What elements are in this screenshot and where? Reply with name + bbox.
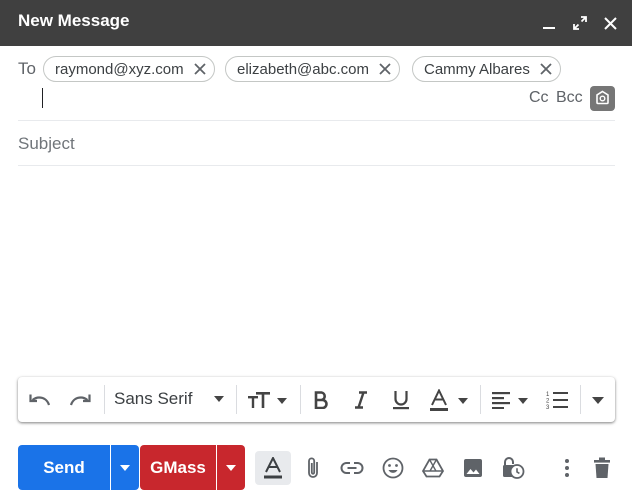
recipient-chip-label: elizabeth@abc.com xyxy=(237,60,369,78)
formatting-options-toggle[interactable] xyxy=(255,451,291,485)
italic-button[interactable] xyxy=(348,387,374,413)
underline-button[interactable] xyxy=(388,387,414,413)
more-options-button[interactable] xyxy=(553,454,581,482)
bold-button[interactable] xyxy=(308,387,334,413)
text-color-icon xyxy=(430,389,468,411)
chevron-down-icon xyxy=(226,464,236,471)
insert-drive-button[interactable] xyxy=(419,454,447,482)
more-formatting-button[interactable] xyxy=(588,391,608,409)
discard-draft-button[interactable] xyxy=(588,454,616,482)
gmass-settings-button[interactable] xyxy=(590,86,615,111)
bcc-link[interactable]: Bcc xyxy=(556,89,583,107)
gmass-options-button[interactable] xyxy=(217,445,245,490)
italic-icon xyxy=(355,391,367,409)
attach-icon xyxy=(308,457,318,478)
recipient-chip-label: raymond@xyz.com xyxy=(55,60,184,78)
insert-link-button[interactable] xyxy=(338,454,366,482)
chevron-down-icon xyxy=(214,396,224,402)
subject-field[interactable]: Subject xyxy=(18,134,75,154)
trash-icon xyxy=(594,457,610,478)
svg-text:1: 1 xyxy=(546,392,550,398)
close-icon xyxy=(379,63,391,75)
underline-icon xyxy=(393,391,409,410)
numbered-list-icon: 1 2 3 xyxy=(546,392,568,410)
gmass-tag-icon xyxy=(596,90,609,105)
cc-link[interactable]: Cc xyxy=(529,89,549,107)
schedule-icon xyxy=(503,457,525,479)
insert-photo-button[interactable] xyxy=(459,454,487,482)
undo-button[interactable] xyxy=(26,387,54,413)
expand-icon xyxy=(573,16,587,30)
drive-icon xyxy=(422,458,444,478)
align-button[interactable] xyxy=(488,387,534,413)
send-options-button[interactable] xyxy=(111,445,139,490)
svg-text:3: 3 xyxy=(546,405,550,410)
toolbar-separator xyxy=(236,385,237,414)
formatting-toggle-icon xyxy=(264,457,282,479)
numbered-list-button[interactable]: 1 2 3 xyxy=(542,387,572,413)
bold-icon xyxy=(314,391,328,409)
schedule-send-button[interactable] xyxy=(499,454,527,482)
send-button[interactable]: Send xyxy=(18,445,110,490)
photo-icon xyxy=(464,459,482,477)
divider xyxy=(18,120,615,121)
svg-text:2: 2 xyxy=(546,399,550,405)
recipient-chip[interactable]: Cammy Albares xyxy=(412,56,561,82)
remove-recipient-button[interactable] xyxy=(190,59,210,79)
minimize-button[interactable] xyxy=(537,11,561,35)
close-icon xyxy=(193,63,206,75)
text-color-button[interactable] xyxy=(426,387,472,413)
font-dropdown-button[interactable] xyxy=(211,391,227,407)
font-family-select[interactable]: Sans Serif xyxy=(114,389,192,409)
redo-icon xyxy=(69,394,91,406)
compose-title: New Message xyxy=(18,11,130,30)
chevron-down-icon xyxy=(120,464,130,471)
redo-button[interactable] xyxy=(66,387,94,413)
divider xyxy=(18,165,615,166)
minimize-icon xyxy=(543,27,555,29)
formatting-toolbar: Sans Serif 1 2 3 xyxy=(18,377,615,422)
undo-icon xyxy=(29,394,51,406)
more-options-icon xyxy=(565,459,569,477)
insert-emoji-button[interactable] xyxy=(379,454,407,482)
recipient-chip[interactable]: elizabeth@abc.com xyxy=(225,56,400,82)
text-size-icon xyxy=(248,392,287,408)
link-icon xyxy=(340,462,364,474)
toolbar-separator xyxy=(480,385,481,414)
align-icon xyxy=(492,392,528,409)
to-label[interactable]: To xyxy=(18,59,36,79)
close-button[interactable] xyxy=(598,11,622,35)
compose-header: New Message xyxy=(0,0,632,46)
emoji-icon xyxy=(382,457,404,479)
toolbar-separator xyxy=(580,385,581,414)
recipient-chip[interactable]: raymond@xyz.com xyxy=(43,56,215,82)
toolbar-separator xyxy=(300,385,301,414)
more-formatting-icon xyxy=(592,396,604,404)
toolbar-separator xyxy=(104,385,105,414)
remove-recipient-button[interactable] xyxy=(536,59,556,79)
recipient-chip-label: Cammy Albares xyxy=(424,60,530,78)
close-icon xyxy=(540,63,552,75)
gmass-button[interactable]: GMass xyxy=(140,445,216,490)
remove-recipient-button[interactable] xyxy=(375,59,395,79)
close-icon xyxy=(603,16,617,30)
expand-button[interactable] xyxy=(568,11,592,35)
text-size-button[interactable] xyxy=(244,387,290,413)
recipient-input-caret[interactable] xyxy=(42,88,43,108)
attach-file-button[interactable] xyxy=(299,454,327,482)
